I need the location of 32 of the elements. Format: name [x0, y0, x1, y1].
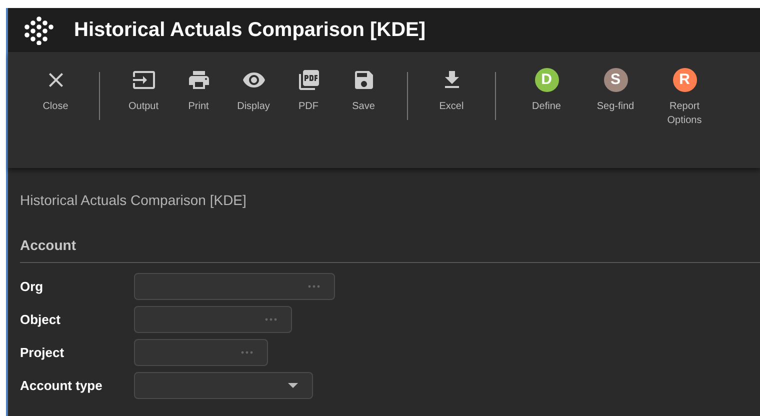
toolbar-button[interactable]: PDF — [281, 68, 336, 113]
output-icon — [132, 68, 156, 92]
letter-avatar: D — [534, 68, 558, 92]
toolbar-button[interactable]: Save — [336, 68, 391, 113]
toolbar-button[interactable]: S Seg-find — [581, 68, 650, 114]
ellipsis-icon — [241, 351, 253, 354]
toolbar-button[interactable]: Excel — [424, 68, 479, 113]
lookup-field[interactable] — [134, 306, 292, 333]
field-label: Account type — [20, 376, 104, 395]
ellipsis-icon — [308, 285, 320, 288]
lookup-field[interactable] — [134, 339, 268, 366]
toolbar-button[interactable]: Output — [116, 68, 171, 113]
lookup-field[interactable] — [134, 273, 335, 300]
section-title: Account — [20, 237, 76, 253]
field-label: Object — [20, 310, 62, 329]
toolbar-button[interactable]: D Define — [512, 68, 581, 114]
printer-icon — [186, 68, 210, 92]
dropdown-field[interactable] — [134, 372, 313, 399]
field-label: Project — [20, 344, 66, 362]
letter-avatar: S — [604, 68, 628, 92]
toolbar-button[interactable]: R Report Options — [650, 68, 719, 128]
toolbar-button[interactable]: Display — [226, 68, 281, 113]
window-title: Historical Actuals Comparison [KDE] — [74, 18, 426, 43]
logo-icon — [22, 15, 54, 45]
dropdown-arrow-icon — [288, 383, 298, 388]
toolbar-button[interactable]: Close — [28, 68, 83, 113]
pdf-icon — [296, 68, 320, 92]
field-label: Org — [20, 278, 44, 296]
toolbar-button[interactable]: Print — [171, 68, 226, 113]
page-heading: Historical Actuals Comparison [KDE] — [20, 191, 248, 210]
letter-avatar: R — [672, 68, 696, 92]
ellipsis-icon — [265, 318, 277, 321]
